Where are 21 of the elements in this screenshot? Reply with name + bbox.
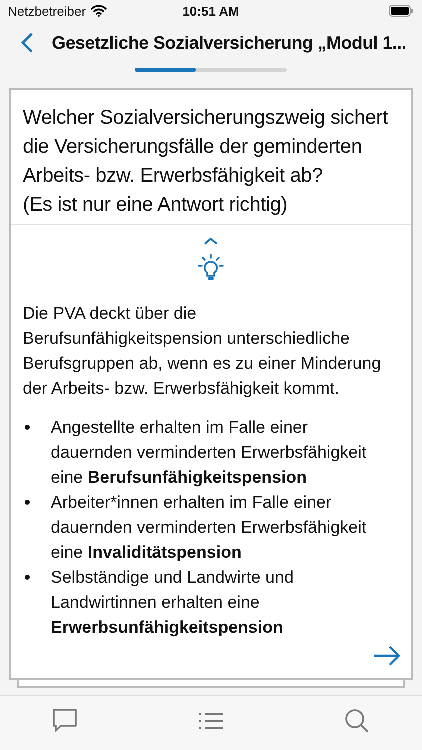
page-title: Gesetzliche Sozialversicherung „Modul 1...: [52, 32, 407, 54]
bullet-text: Arbeiter*innen erhalten im Falle einer dauernden verminderten Erwerbsfähigkeit eine Invaliditätspension: [51, 492, 368, 564]
bullet-text: Selbständige und Landwirte und Landwirtinnen erhalten eine Erwerbsunfähigkeitspension: [51, 567, 295, 639]
list-icon[interactable]: [198, 711, 224, 731]
explanation-text: Die PVA deckt über die Berufsunfähigkeitspension unterschiedliche Berufsgruppen ab, wenn es zu einer Minderung der Arbeits- bzw. Erwerbsfähigkeit kommt.: [23, 303, 382, 400]
bullet-icon: [25, 425, 30, 430]
bullet-icon: [25, 500, 30, 505]
bullet-text: Angestellte erhalten im Falle einer dauernden verminderten Erwerbsfähigkeit eine Berufsunfähigkeitspension: [51, 417, 368, 489]
battery-icon: [389, 5, 414, 17]
carrier-label: Netzbetreiber: [8, 4, 86, 18]
wifi-icon: [91, 5, 108, 17]
clock: 10:51 AM: [182, 4, 240, 18]
chat-icon[interactable]: [52, 708, 78, 734]
question-hint: (Es ist nur eine Antwort richtig): [23, 193, 289, 218]
arrow-right-icon[interactable]: [373, 646, 401, 666]
lightbulb-icon: [196, 253, 226, 283]
bullet-icon: [25, 575, 30, 580]
chevron-up-icon[interactable]: [203, 237, 219, 245]
search-icon[interactable]: [344, 708, 370, 734]
back-icon[interactable]: [20, 32, 34, 54]
question-text: Welcher Sozialversicherungszweig sichert die Versicherungsfälle der geminderten Arbeits- bzw. Erwerbsfähigkeit ab?: [23, 106, 390, 189]
